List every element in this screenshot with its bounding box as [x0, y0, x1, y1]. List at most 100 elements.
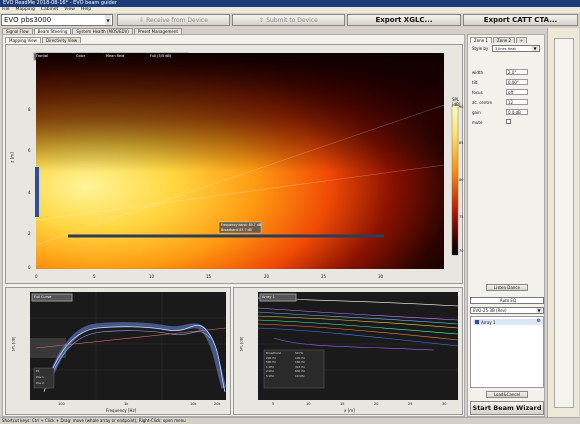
add-zone-button[interactable]: +: [516, 37, 528, 43]
map-dropdown-view[interactable]: Frontal: [36, 54, 48, 58]
prop-width-field[interactable]: 2.0°: [506, 69, 528, 75]
spl-x-tick-10: 10: [306, 402, 311, 406]
spl-x-tick-30: 30: [442, 402, 447, 406]
map-y-tick-2: 2: [28, 231, 31, 236]
map-y-tick-4: 4: [28, 190, 31, 195]
spl-x-tick-20: 20: [374, 402, 379, 406]
spl-x-label: x [m]: [344, 408, 355, 413]
map-x-tick-0: 0: [35, 274, 38, 279]
list-item[interactable]: Array 1: [473, 319, 543, 325]
spl-x-tick-25: 25: [408, 402, 413, 406]
spl-legend: Broadband 50 Hz 200 Hz 100 Hz 500 Hz 160…: [266, 351, 324, 378]
tab-mapping-view[interactable]: Mapping View: [5, 37, 41, 43]
tab-directivity-view[interactable]: Directivity View: [41, 37, 82, 43]
tooltip-broadband: Broadband 83.7 dB: [221, 228, 252, 232]
map-y-tick-6: 6: [28, 148, 31, 153]
prop-gain-field[interactable]: 0.0 dB: [506, 109, 528, 115]
map-x-tick-30: 30: [378, 274, 384, 279]
side-scroll[interactable]: [554, 38, 574, 408]
tab-zone-1[interactable]: Zone 1: [470, 37, 492, 43]
listen-dance-button[interactable]: Listen Dance: [486, 284, 528, 291]
download-icon: ⇩: [139, 16, 145, 24]
load-cancel-button[interactable]: Load&Cancel: [486, 391, 528, 398]
fr-y2-label: phase [°]: [222, 335, 227, 353]
fr-x-tick-20k: 20k: [214, 402, 221, 406]
fr-x-label: Frequency [Hz]: [106, 408, 137, 413]
spl-dropdown[interactable]: Array 1: [262, 295, 275, 299]
colorbar-tick-75: 75: [459, 215, 464, 219]
curve-select[interactable]: EVO-25-3B (Rev) ▼: [470, 307, 544, 314]
prop-tilt-label: tilt: [472, 79, 478, 85]
system-select[interactable]: EVO pbs3000 ▼: [1, 14, 113, 26]
start-beam-wizard-button[interactable]: Start Beam Wizard: [470, 401, 544, 415]
array-color-icon: [475, 320, 479, 324]
map-dropdown-field[interactable]: Mean field: [106, 54, 124, 58]
prop-focus-field[interactable]: off: [506, 89, 528, 95]
autoeq-select-value: Auto EQ: [499, 298, 517, 303]
fr-legend-pos1: Pos 1: [36, 375, 44, 379]
legend-item: 5 kHz: [266, 373, 274, 378]
prop-mute-label: mute: [472, 119, 483, 125]
upload-icon: ⇧: [259, 16, 265, 24]
map-dropdown-style[interactable]: Color: [76, 54, 85, 58]
close-icon[interactable]: ×: [457, 292, 461, 298]
export-xglc-button[interactable]: Export XGLC...: [347, 14, 461, 26]
map-x-tick-15: 15: [206, 274, 212, 279]
map-dropdown-range[interactable]: Full (5/5 dB): [150, 54, 171, 58]
legend-item: 50 Hz: [295, 351, 304, 355]
submit-button-label: Submit to Device: [266, 16, 318, 24]
tooltip-band: Frequency band: 89.7 dB: [221, 223, 261, 227]
zone-panel: Zone 1 Zone 2 + Style by 3 lines Heat ▼ …: [467, 34, 545, 417]
fr-x-tick-10k: 10k: [190, 402, 197, 406]
map-x-tick-20: 20: [264, 274, 270, 279]
autoeq-select[interactable]: Auto EQ: [470, 297, 544, 304]
map-view: Frontal Color Mean field Full (5/5 dB) F…: [5, 44, 463, 284]
style-select-value: 3 lines Heat: [495, 46, 516, 51]
array-list-label: Array 1: [481, 319, 496, 325]
map-x-tick-10: 10: [149, 274, 155, 279]
status-bar: Shortcut keys: Ctrl + Click + Drag: move…: [0, 417, 580, 424]
speaker-array[interactable]: [35, 167, 39, 217]
mute-checkbox[interactable]: [506, 119, 511, 124]
fr-x-tick-100: 100: [58, 402, 65, 406]
fr-dropdown[interactable]: Full Curve: [34, 295, 51, 299]
map-x-tick-25: 25: [321, 274, 327, 279]
gear-icon[interactable]: ⚙: [537, 318, 541, 324]
chevron-down-icon: ▼: [536, 308, 542, 313]
receive-button-label: Receive from Device: [146, 16, 208, 24]
export-catt-button[interactable]: Export CATT CTA...: [463, 14, 578, 26]
fr-legend-p1: P1: [36, 369, 40, 373]
legend-item: Broadband: [266, 351, 282, 355]
prop-tilt-field[interactable]: 0.00°: [506, 79, 528, 85]
side-toolbox: [547, 28, 579, 417]
submit-button[interactable]: ⇧ Submit to Device: [232, 14, 345, 26]
curve-select-value: EVO-25-3B (Rev): [473, 308, 507, 313]
spl-x-tick-5: 5: [272, 402, 275, 406]
chevron-down-icon: ▼: [532, 46, 538, 51]
legend-item: 200 Hz: [266, 355, 276, 360]
style-label: Style by: [472, 45, 489, 51]
colorbar: [451, 104, 459, 256]
spl-x-tick-15: 15: [340, 402, 345, 406]
style-select[interactable]: 3 lines Heat ▼: [492, 45, 540, 52]
prop-focus-label: focus: [472, 89, 483, 95]
receive-button[interactable]: ⇩ Receive from Device: [117, 14, 230, 26]
legend-item: 100 Hz: [295, 355, 305, 360]
window-title: EVO ReadMe 2018-08-16* - EVO beam guider: [0, 0, 580, 7]
system-select-value: EVO pbs3000: [4, 16, 52, 24]
map-y-label: z [m]: [9, 152, 15, 163]
colorbar-tick-85: 85: [459, 141, 464, 145]
sub-tabs: Mapping View Directivity View: [5, 37, 82, 43]
map-x-tick-5: 5: [93, 274, 96, 279]
tab-zone-2[interactable]: Zone 2: [493, 37, 515, 43]
map-y-tick-0: 0: [28, 265, 31, 270]
prop-centre-field[interactable]: 12: [506, 99, 528, 105]
fr-y-label: SPL [dB]: [11, 336, 16, 352]
prop-centre-label: ac. centre: [472, 99, 492, 105]
legend-item: 160 Hz: [295, 360, 305, 364]
fr-x-tick-1k: 1k: [124, 402, 129, 406]
legend-item: 2 kHz: [266, 369, 274, 373]
prop-width-label: width: [472, 69, 484, 75]
legend-item: 1 kHz: [266, 364, 274, 369]
colorbar-tick-90: 90: [459, 105, 464, 109]
